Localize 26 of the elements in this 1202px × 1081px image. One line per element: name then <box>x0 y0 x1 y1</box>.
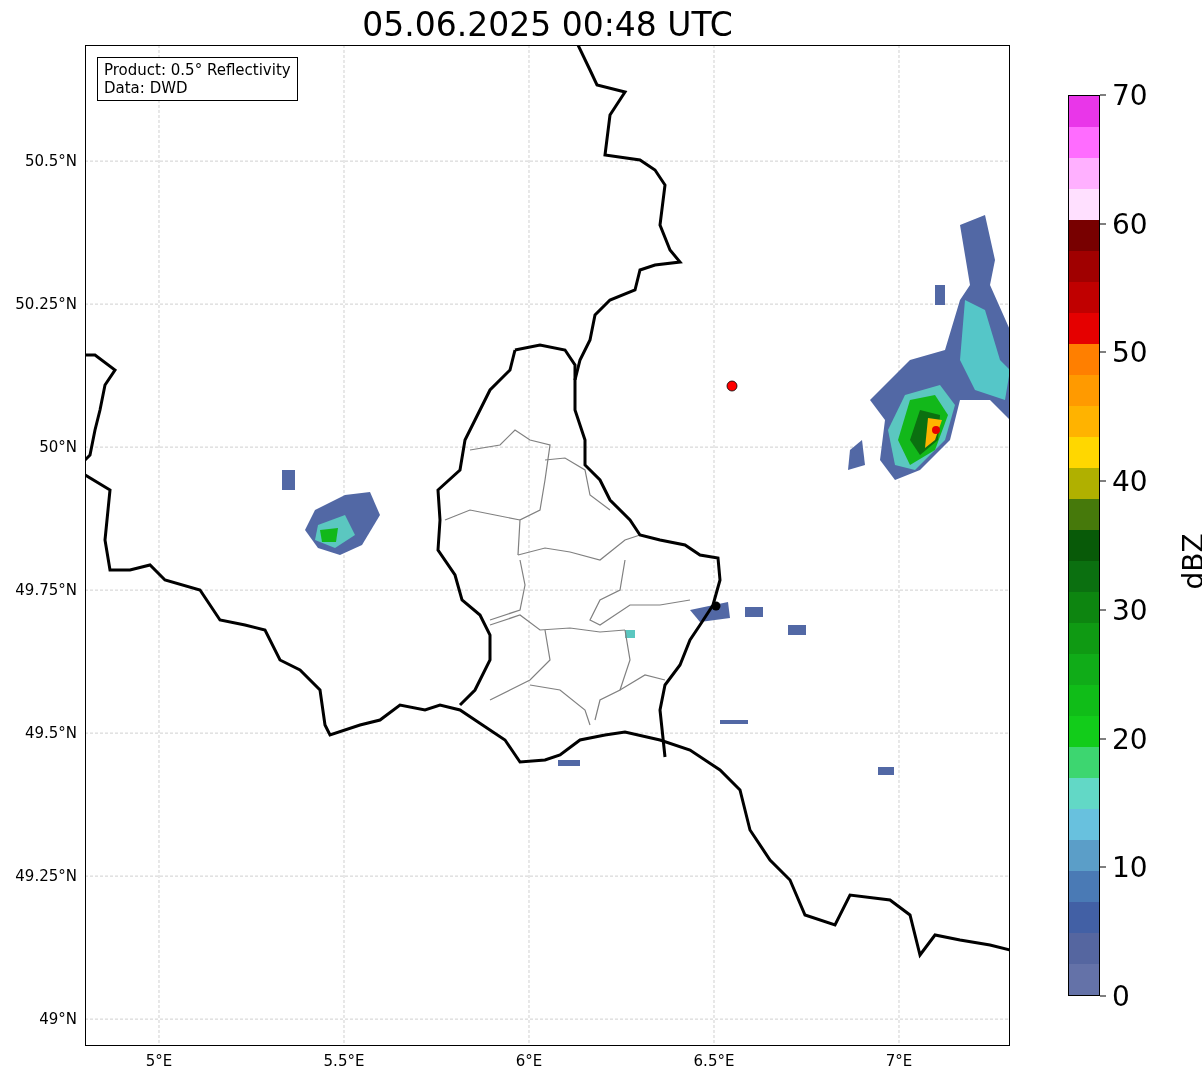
colorbar-tick-label: 20 <box>1112 722 1148 756</box>
axis-tick-label: 49.5°N <box>24 724 77 743</box>
chart-title: 05.06.2025 00:48 UTC <box>362 8 733 41</box>
axis-tick-label: 6.5°E <box>693 1052 735 1070</box>
axis-tick-label: 49.75°N <box>15 581 77 600</box>
colorbar-tick-label: 30 <box>1112 593 1148 627</box>
colorbar-tick-label: 60 <box>1112 207 1148 241</box>
legend-text: Data: DWD <box>104 79 189 97</box>
colorbar-tick-label: 0 <box>1112 979 1130 1013</box>
axis-tick-label: 50°N <box>39 438 77 457</box>
axis-tick-label: 7°E <box>885 1052 913 1070</box>
axis-tick-label: 6°E <box>515 1052 543 1070</box>
colorbar-tick-label: 10 <box>1112 850 1148 884</box>
legend-text: Product: 0.5° Reflectivity <box>104 61 291 79</box>
axis-tick-label: 50.25°N <box>15 295 77 314</box>
axis-tick-label: 49°N <box>39 1010 77 1029</box>
colorbar-tick-label: 50 <box>1112 335 1148 369</box>
colorbar-tick-label: 40 <box>1112 464 1148 498</box>
colorbar-label: dBZ <box>1176 533 1202 590</box>
axis-tick-label: 5°E <box>145 1052 173 1070</box>
axis-tick-label: 5.5°E <box>323 1052 365 1070</box>
location-marker-icon <box>726 380 738 392</box>
city-marker-icon <box>711 601 721 611</box>
colorbar-tick-label: 70 <box>1112 78 1148 112</box>
axis-tick-label: 50.5°N <box>24 152 77 171</box>
axis-tick-label: 49.25°N <box>15 867 77 886</box>
